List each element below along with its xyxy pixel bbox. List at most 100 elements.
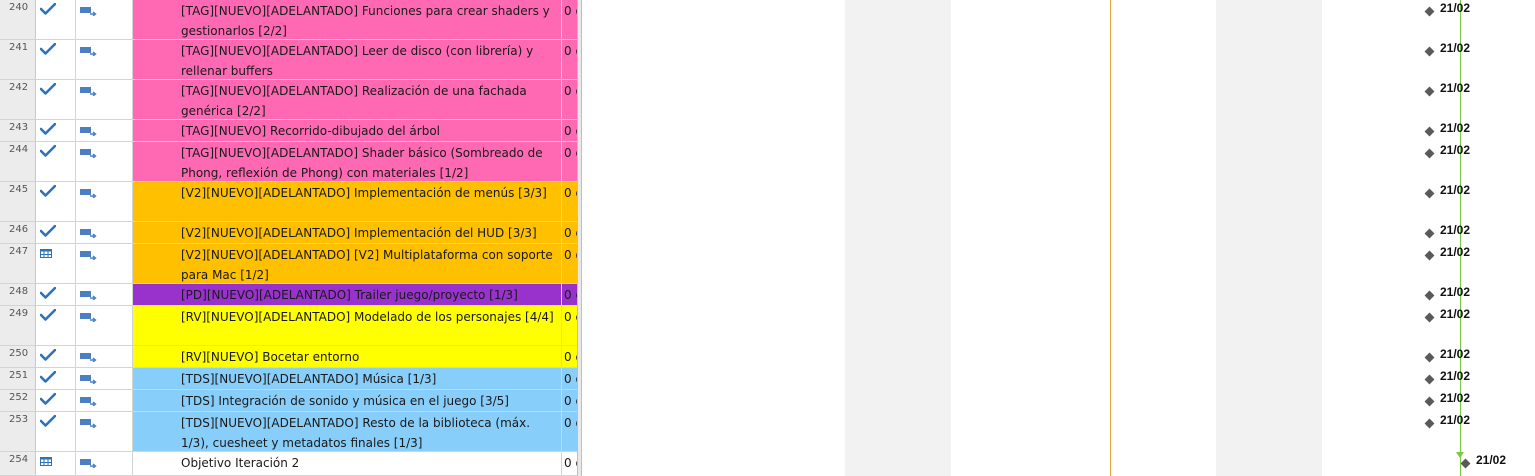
check-icon: [40, 415, 56, 427]
task-mode-cell[interactable]: [76, 368, 133, 389]
task-mode-cell[interactable]: [76, 222, 133, 243]
table-row[interactable]: 246 [V2][NUEVO][ADELANTADO] Implementació…: [0, 222, 577, 244]
task-name-cell[interactable]: [RV][NUEVO][ADELANTADO] Modelado de los …: [133, 306, 561, 345]
task-name-cell[interactable]: Objetivo Iteración 2: [133, 452, 561, 475]
milestone-marker[interactable]: [1424, 374, 1435, 385]
row-number[interactable]: 251: [0, 368, 36, 389]
duration-cell[interactable]: 0 d: [561, 0, 577, 39]
duration-cell[interactable]: 0 d: [561, 142, 577, 181]
row-number[interactable]: 242: [0, 80, 36, 119]
row-number[interactable]: 244: [0, 142, 36, 181]
milestone-date-label: 21/02: [1440, 143, 1471, 157]
row-number[interactable]: 253: [0, 412, 36, 451]
task-mode-cell[interactable]: [76, 142, 133, 181]
row-number[interactable]: 250: [0, 346, 36, 367]
task-mode-cell[interactable]: [76, 80, 133, 119]
task-mode-cell[interactable]: [76, 412, 133, 451]
task-mode-cell[interactable]: [76, 452, 133, 475]
task-name-cell[interactable]: [V2][NUEVO][ADELANTADO] Implementación d…: [133, 222, 561, 243]
milestone-date-label: 21/02: [1440, 391, 1471, 405]
table-row[interactable]: 248 [PD][NUEVO][ADELANTADO] Trailer juego…: [0, 284, 577, 306]
row-number[interactable]: 246: [0, 222, 36, 243]
duration-cell[interactable]: 0 d: [561, 368, 577, 389]
task-name-cell[interactable]: [V2][NUEVO][ADELANTADO] [V2] Multiplataf…: [133, 244, 561, 283]
table-row[interactable]: 254 Objetivo Iteración 20 d: [0, 452, 577, 476]
task-name-cell[interactable]: [TDS][NUEVO][ADELANTADO] Música [1/3]: [133, 368, 561, 389]
indicator-cell: [36, 452, 76, 475]
table-row[interactable]: 251 [TDS][NUEVO][ADELANTADO] Música [1/3]…: [0, 368, 577, 390]
row-number[interactable]: 254: [0, 452, 36, 475]
duration-cell[interactable]: 0 d: [561, 244, 577, 283]
milestone-date-label: 21/02: [1440, 41, 1471, 55]
indicator-cell: [36, 284, 76, 305]
milestone-marker[interactable]: [1424, 312, 1435, 323]
row-number[interactable]: 248: [0, 284, 36, 305]
table-row[interactable]: 243 [TAG][NUEVO] Recorrido-dibujado del á…: [0, 120, 577, 142]
duration-cell[interactable]: 0 d: [561, 346, 577, 367]
table-row[interactable]: 242 [TAG][NUEVO][ADELANTADO] Realización …: [0, 80, 577, 120]
milestone-date-label: 21/02: [1440, 223, 1471, 237]
task-mode-cell[interactable]: [76, 0, 133, 39]
duration-cell[interactable]: 0 d: [561, 80, 577, 119]
row-number[interactable]: 243: [0, 120, 36, 141]
task-name-cell[interactable]: [RV][NUEVO] Bocetar entorno: [133, 346, 561, 367]
table-row[interactable]: 252 [TDS] Integración de sonido y música …: [0, 390, 577, 412]
task-mode-cell[interactable]: [76, 182, 133, 221]
duration-cell[interactable]: 0 d: [561, 390, 577, 411]
row-number[interactable]: 249: [0, 306, 36, 345]
task-mode-cell[interactable]: [76, 40, 133, 79]
row-number[interactable]: 247: [0, 244, 36, 283]
duration-cell[interactable]: 0 d: [561, 306, 577, 345]
task-mode-cell[interactable]: [76, 390, 133, 411]
milestone-marker[interactable]: [1424, 86, 1435, 97]
row-number[interactable]: 241: [0, 40, 36, 79]
task-name-cell[interactable]: [TDS][NUEVO][ADELANTADO] Resto de la bib…: [133, 412, 561, 451]
task-name-cell[interactable]: [TAG][NUEVO][ADELANTADO] Shader básico (…: [133, 142, 561, 181]
task-name-cell[interactable]: [V2][NUEVO][ADELANTADO] Implementación d…: [133, 182, 561, 221]
milestone-marker[interactable]: [1460, 458, 1471, 469]
auto-scheduled-task-icon: [80, 7, 97, 16]
table-row[interactable]: 247 [V2][NUEVO][ADELANTADO] [V2] Multipla…: [0, 244, 577, 284]
milestone-marker[interactable]: [1424, 6, 1435, 17]
milestone-marker[interactable]: [1424, 352, 1435, 363]
table-row[interactable]: 240 [TAG][NUEVO][ADELANTADO] Funciones pa…: [0, 0, 577, 40]
duration-cell[interactable]: 0 d: [561, 40, 577, 79]
weekend-shade: [1216, 0, 1322, 476]
table-row[interactable]: 253 [TDS][NUEVO][ADELANTADO] Resto de la …: [0, 412, 577, 452]
milestone-date-label: 21/02: [1440, 413, 1471, 427]
milestone-marker[interactable]: [1424, 396, 1435, 407]
milestone-marker[interactable]: [1424, 418, 1435, 429]
table-row[interactable]: 250 [RV][NUEVO] Bocetar entorno0 d: [0, 346, 577, 368]
milestone-marker[interactable]: [1424, 290, 1435, 301]
table-row[interactable]: 249 [RV][NUEVO][ADELANTADO] Modelado de l…: [0, 306, 577, 346]
milestone-marker[interactable]: [1424, 126, 1435, 137]
milestone-marker[interactable]: [1424, 148, 1435, 159]
task-name-cell[interactable]: [TAG][NUEVO][ADELANTADO] Funciones para …: [133, 0, 561, 39]
duration-cell[interactable]: 0 d: [561, 182, 577, 221]
table-row[interactable]: 245 [V2][NUEVO][ADELANTADO] Implementació…: [0, 182, 577, 222]
duration-cell[interactable]: 0 d: [561, 222, 577, 243]
task-name-cell[interactable]: [TAG][NUEVO][ADELANTADO] Leer de disco (…: [133, 40, 561, 79]
task-mode-cell[interactable]: [76, 120, 133, 141]
table-row[interactable]: 241 [TAG][NUEVO][ADELANTADO] Leer de disc…: [0, 40, 577, 80]
table-row[interactable]: 244 [TAG][NUEVO][ADELANTADO] Shader básic…: [0, 142, 577, 182]
task-mode-cell[interactable]: [76, 346, 133, 367]
duration-cell[interactable]: 0 d: [561, 452, 577, 475]
task-mode-cell[interactable]: [76, 284, 133, 305]
milestone-marker[interactable]: [1424, 188, 1435, 199]
task-mode-cell[interactable]: [76, 306, 133, 345]
duration-cell[interactable]: 0 d: [561, 284, 577, 305]
row-number[interactable]: 240: [0, 0, 36, 39]
task-name-cell[interactable]: [TAG][NUEVO][ADELANTADO] Realización de …: [133, 80, 561, 119]
task-name-cell[interactable]: [PD][NUEVO][ADELANTADO] Trailer juego/pr…: [133, 284, 561, 305]
milestone-marker[interactable]: [1424, 46, 1435, 57]
milestone-marker[interactable]: [1424, 228, 1435, 239]
task-name-cell[interactable]: [TAG][NUEVO] Recorrido-dibujado del árbo…: [133, 120, 561, 141]
duration-cell[interactable]: 0 d: [561, 120, 577, 141]
duration-cell[interactable]: 0 d: [561, 412, 577, 451]
task-name-cell[interactable]: [TDS] Integración de sonido y música en …: [133, 390, 561, 411]
row-number[interactable]: 245: [0, 182, 36, 221]
row-number[interactable]: 252: [0, 390, 36, 411]
milestone-marker[interactable]: [1424, 250, 1435, 261]
task-mode-cell[interactable]: [76, 244, 133, 283]
